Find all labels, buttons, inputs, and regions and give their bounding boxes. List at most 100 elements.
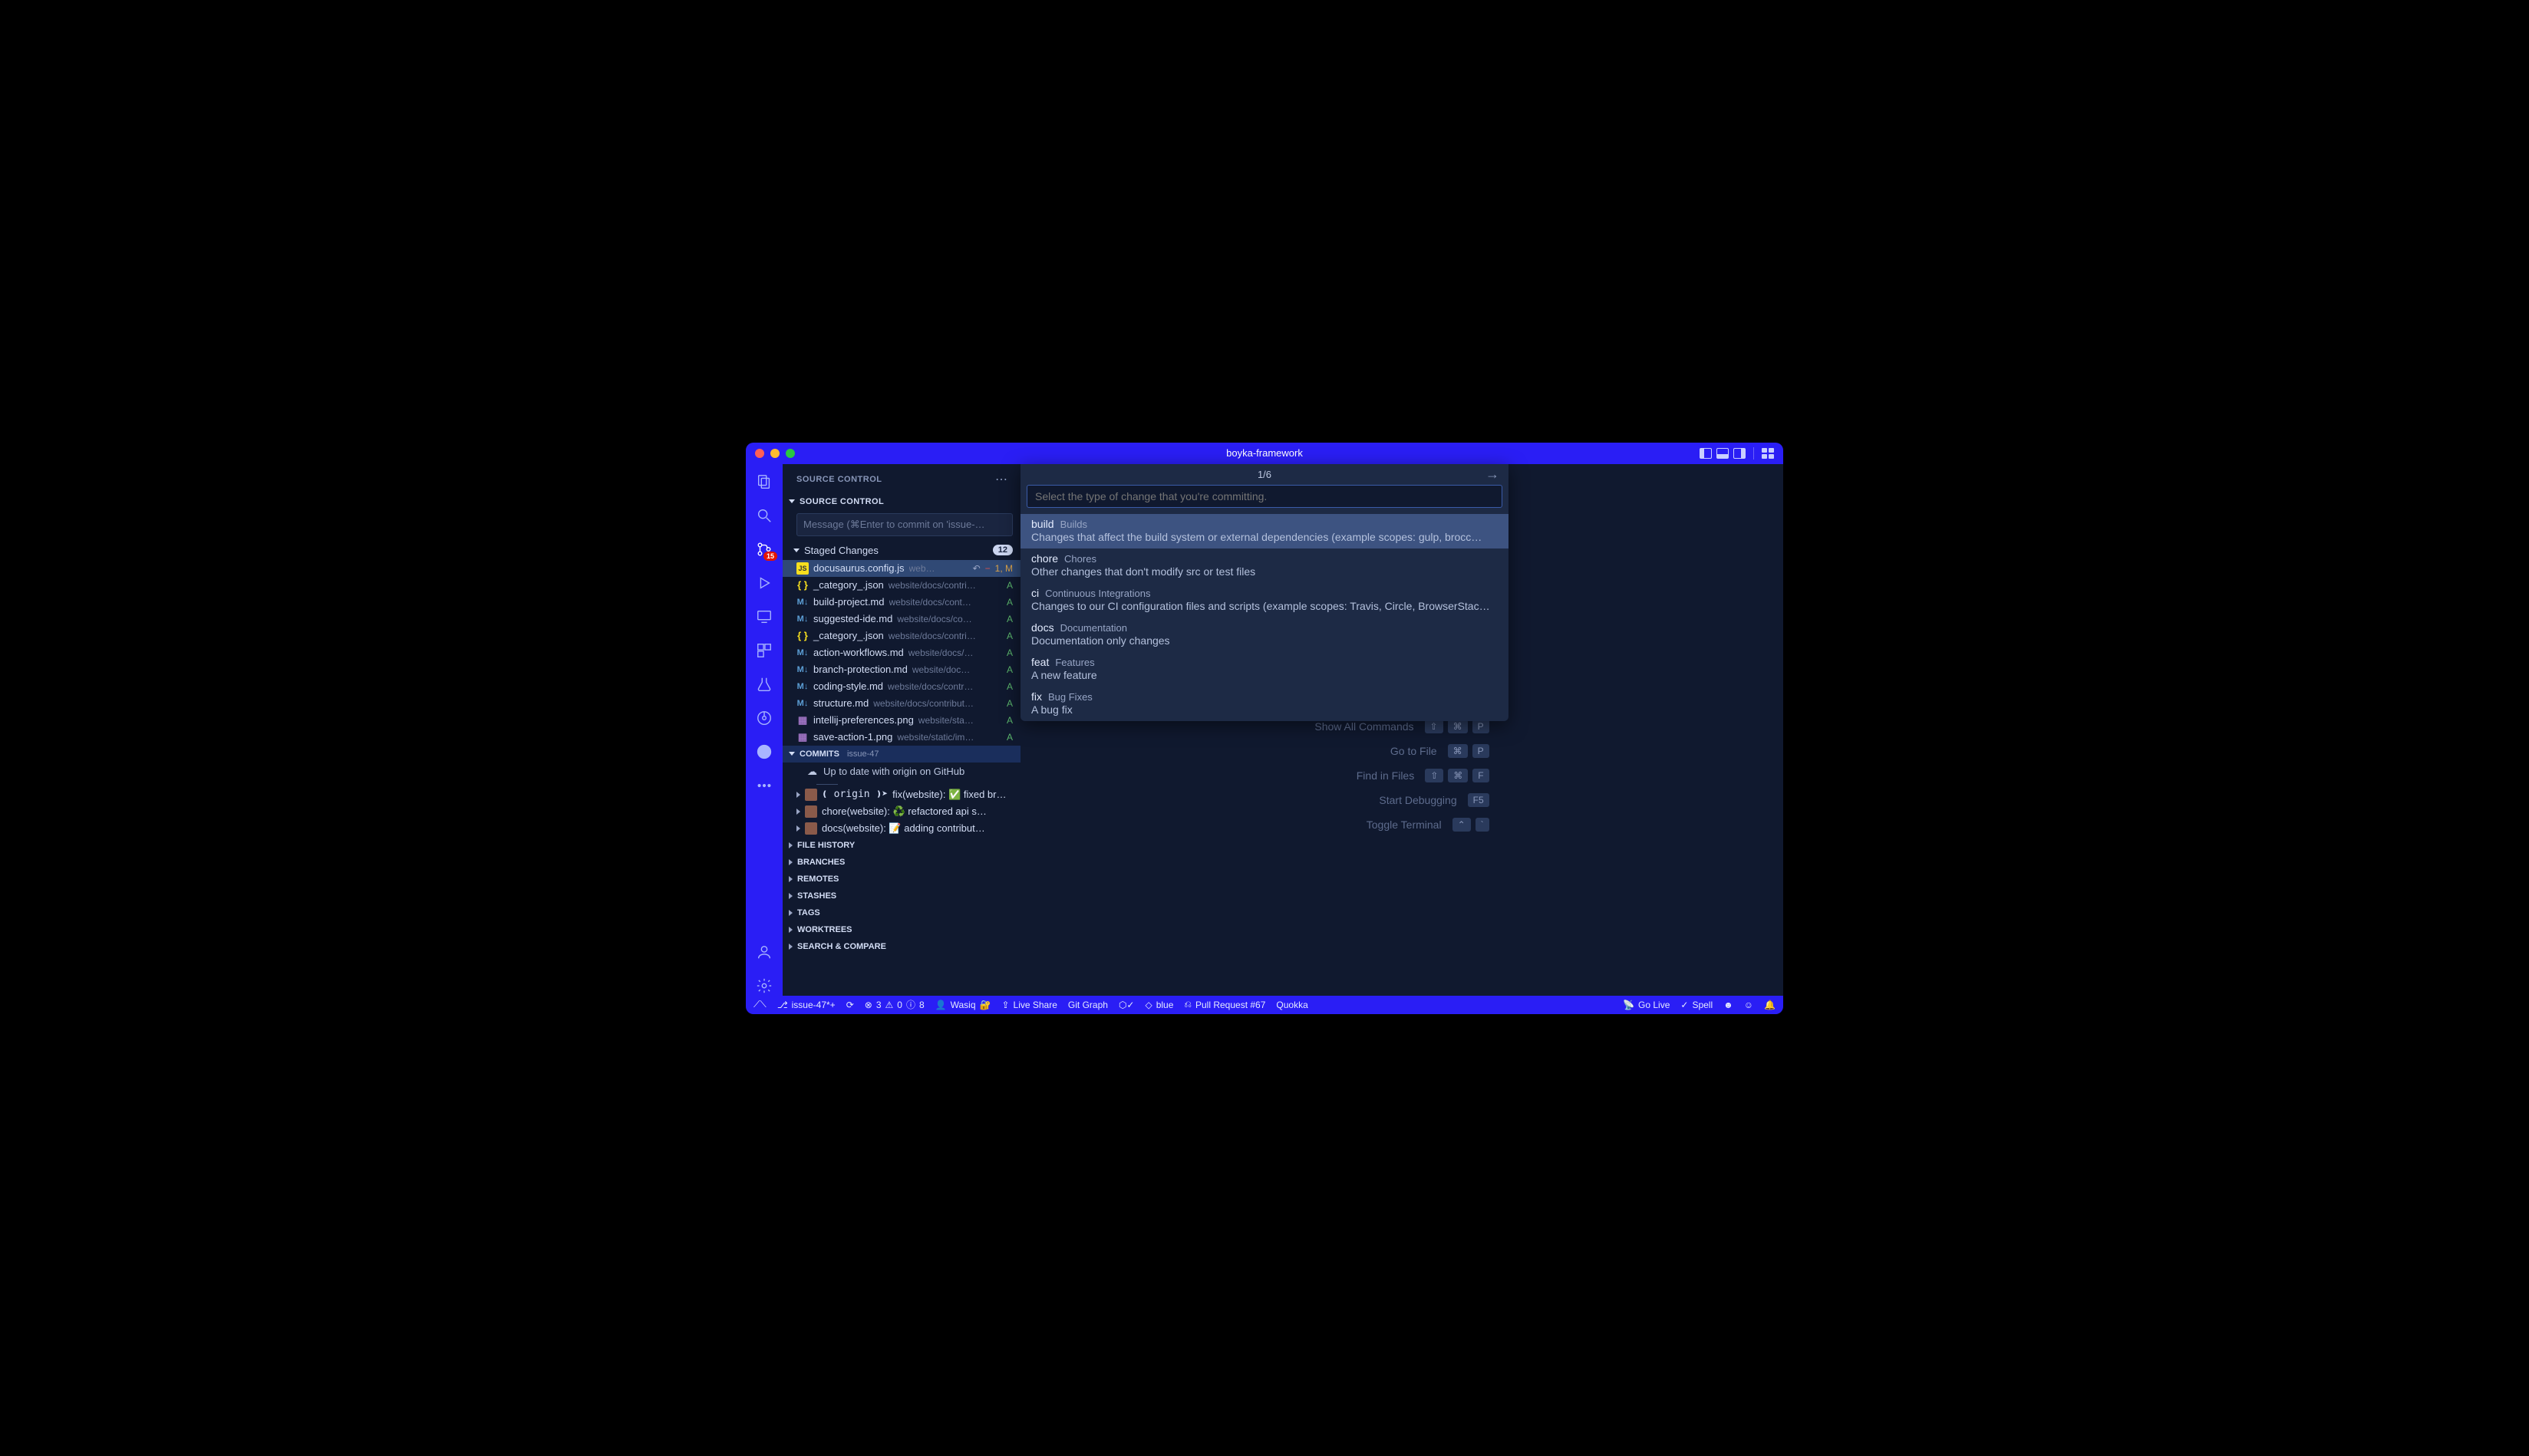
github-icon[interactable] [754, 742, 774, 762]
section-tags[interactable]: TAGS [783, 904, 1021, 921]
commit-type-option[interactable]: fixBug FixesA bug fix [1021, 687, 1508, 721]
quokka-indicator[interactable]: Quokka [1276, 1000, 1307, 1010]
file-path: website/sta… [918, 715, 1002, 726]
commit-row[interactable]: docs(website): 📝 adding contribut… [783, 820, 1021, 837]
settings-gear-icon[interactable] [754, 976, 774, 996]
more-icon[interactable] [754, 776, 774, 796]
prettier-indicator[interactable]: ⬡✓ [1119, 1000, 1135, 1010]
file-row[interactable]: M↓build-project.mdwebsite/docs/cont…A [783, 594, 1021, 611]
discard-icon[interactable]: ↶ [973, 563, 981, 574]
problems-indicator[interactable]: ⊗3 ⚠0 ⓘ8 [865, 998, 925, 1011]
next-step-arrow-icon[interactable]: → [1485, 466, 1499, 483]
commit-type-kind: ci [1031, 587, 1039, 599]
gitlens-icon[interactable] [754, 708, 774, 728]
scm-section-label: SOURCE CONTROL [800, 497, 884, 506]
staged-count-badge: 12 [993, 545, 1013, 555]
live-share-button[interactable]: ⇪Live Share [1001, 1000, 1057, 1010]
remote-indicator[interactable]: ⟋⟍ [753, 999, 767, 1010]
commit-type-option[interactable]: docsDocumentationDocumentation only chan… [1021, 618, 1508, 652]
feedback-icon[interactable]: ☺ [1744, 1000, 1753, 1010]
file-name: build-project.md [813, 596, 885, 608]
chevron-right-icon [789, 859, 793, 865]
sidebar-more-icon[interactable]: ⋯ [995, 472, 1008, 487]
customize-layout-button[interactable] [1762, 448, 1774, 459]
section-worktrees[interactable]: WORKTREES [783, 921, 1021, 938]
scm-section-header[interactable]: SOURCE CONTROL [783, 493, 1021, 510]
spell-check-indicator[interactable]: ✓ Spell [1680, 1000, 1713, 1010]
commit-type-short: Builds [1060, 519, 1087, 530]
commit-message-input[interactable]: Message (⌘Enter to commit on 'issue-… [796, 513, 1013, 536]
sync-button[interactable]: ⟳ [846, 1000, 854, 1010]
file-status: A [1007, 647, 1013, 658]
git-graph-button[interactable]: Git Graph [1068, 1000, 1108, 1010]
file-row[interactable]: M↓action-workflows.mdwebsite/docs/…A [783, 644, 1021, 661]
sync-status-text: Up to date with origin on GitHub [823, 766, 964, 777]
source-control-icon[interactable]: 15 [754, 539, 774, 559]
remote-explorer-icon[interactable] [754, 607, 774, 627]
section-search-compare[interactable]: SEARCH & COMPARE [783, 938, 1021, 955]
toggle-secondary-sidebar-button[interactable] [1733, 448, 1746, 459]
file-row[interactable]: M↓suggested-ide.mdwebsite/docs/co…A [783, 611, 1021, 628]
commit-type-desc: Documentation only changes [1031, 634, 1498, 647]
commits-branch: issue-47 [847, 749, 879, 759]
file-row[interactable]: M↓branch-protection.mdwebsite/doc…A [783, 661, 1021, 678]
toggle-sidebar-button[interactable] [1700, 448, 1712, 459]
file-path: website/docs/co… [897, 614, 1002, 624]
notifications-icon[interactable]: 🔔 [1764, 1000, 1776, 1010]
file-row[interactable]: ▦intellij-preferences.pngwebsite/sta…A [783, 712, 1021, 729]
commit-type-option[interactable]: ciContinuous IntegrationsChanges to our … [1021, 583, 1508, 618]
keycap: ⌘ [1448, 744, 1468, 758]
copilot-icon[interactable]: ☻ [1723, 1000, 1733, 1010]
quick-input-field[interactable] [1027, 485, 1502, 508]
commit-type-option[interactable]: buildBuildsChanges that affect the build… [1021, 514, 1508, 548]
explorer-icon[interactable] [754, 472, 774, 492]
section-branches[interactable]: BRANCHES [783, 854, 1021, 871]
avatar [805, 822, 817, 835]
extensions-icon[interactable] [754, 641, 774, 660]
commit-row[interactable]: ❪ origin ❫➤ fix(website): ✅ fixed br… [783, 786, 1021, 803]
accounts-icon[interactable] [754, 942, 774, 962]
staged-changes-header[interactable]: Staged Changes 12 [783, 541, 1021, 560]
chevron-right-icon [789, 927, 793, 933]
section-remotes[interactable]: REMOTES [783, 871, 1021, 888]
unstage-icon[interactable]: − [985, 563, 991, 574]
file-row[interactable]: { }_category_.jsonwebsite/docs/contri…A [783, 577, 1021, 594]
file-row[interactable]: ▦save-action-1.pngwebsite/static/im…A [783, 729, 1021, 746]
section-file-history[interactable]: FILE HISTORY [783, 837, 1021, 854]
search-icon[interactable] [754, 506, 774, 525]
commit-row[interactable]: chore(website): ♻️ refactored api s… [783, 803, 1021, 820]
commit-type-option[interactable]: featFeaturesA new feature [1021, 652, 1508, 687]
file-path: website/docs/contr… [888, 681, 1002, 692]
close-window-button[interactable] [755, 449, 764, 458]
shortcut-label: Show All Commands [1314, 720, 1413, 733]
section-label: BRANCHES [797, 858, 845, 867]
run-debug-icon[interactable] [754, 573, 774, 593]
file-row[interactable]: { }_category_.jsonwebsite/docs/contri…A [783, 628, 1021, 644]
commit-message: chore(website): ♻️ refactored api s… [822, 805, 987, 818]
minimize-window-button[interactable] [770, 449, 780, 458]
testing-icon[interactable] [754, 674, 774, 694]
commit-type-short: Bug Fixes [1048, 691, 1093, 703]
status-bar: ⟋⟍ ⎇issue-47*+ ⟳ ⊗3 ⚠0 ⓘ8 👤Wasiq🔐 ⇪Live … [746, 996, 1783, 1014]
commit-type-option[interactable]: choreChoresOther changes that don't modi… [1021, 548, 1508, 583]
file-row[interactable]: M↓coding-style.mdwebsite/docs/contr…A [783, 678, 1021, 695]
file-row[interactable]: M↓structure.mdwebsite/docs/contribut…A [783, 695, 1021, 712]
keycap: ⌘ [1448, 720, 1468, 733]
user-indicator[interactable]: 👤Wasiq🔐 [935, 1000, 991, 1010]
theme-indicator[interactable]: ◇blue [1145, 1000, 1173, 1010]
section-stashes[interactable]: STASHES [783, 888, 1021, 904]
branch-indicator[interactable]: ⎇issue-47*+ [777, 1000, 836, 1010]
file-name: docusaurus.config.js [813, 562, 905, 574]
pull-request-indicator[interactable]: ⎌Pull Request #67 [1184, 999, 1265, 1010]
commit-message: docs(website): 📝 adding contribut… [822, 822, 985, 835]
toggle-panel-button[interactable] [1716, 448, 1729, 459]
shortcut-label: Toggle Terminal [1367, 819, 1442, 831]
section-label: FILE HISTORY [797, 841, 855, 850]
commits-section-header[interactable]: COMMITS issue-47 [783, 746, 1021, 763]
maximize-window-button[interactable] [786, 449, 795, 458]
chevron-right-icon [796, 792, 800, 798]
shortcut-row: Toggle Terminal⌃` [1367, 818, 1489, 832]
go-live-button[interactable]: 📡Go Live [1623, 1000, 1670, 1010]
file-row[interactable]: JSdocusaurus.config.jsweb…↶−1, M [783, 560, 1021, 577]
window-title: boyka-framework [1226, 447, 1303, 459]
